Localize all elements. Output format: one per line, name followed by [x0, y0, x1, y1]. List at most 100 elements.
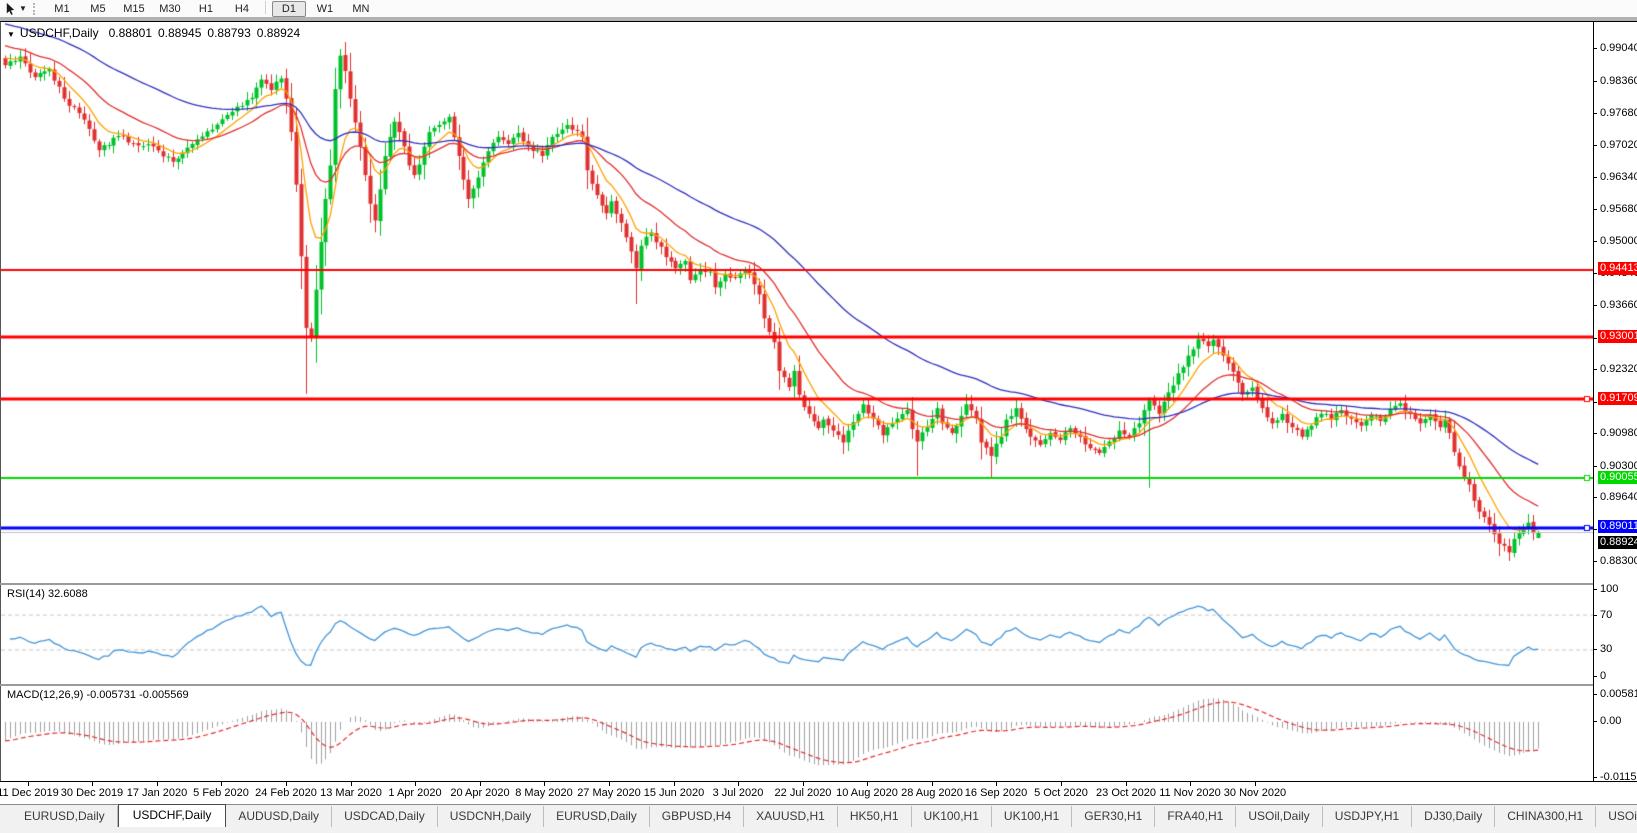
chart-title: ▼USDCHF,Daily0.888010.889450.887930.8892…	[7, 26, 306, 40]
rsi-tick-mark	[1593, 649, 1597, 650]
price-tick-mark	[1593, 433, 1597, 434]
chart-tab-usoil-h1-17[interactable]: USOil,H1	[1596, 806, 1637, 827]
status-strip	[0, 827, 1637, 833]
date-tick-mark	[28, 782, 29, 786]
timeframe-button-m1[interactable]: M1	[45, 1, 79, 17]
date-tick-mark	[221, 782, 222, 786]
pointer-tool-dropdown-icon[interactable]: ▼	[19, 4, 27, 13]
price-tick-mark	[1593, 305, 1597, 306]
current-price-label: 0.88924	[1598, 536, 1637, 549]
date-tick-label: 30 Nov 2020	[1210, 787, 1300, 799]
chart-tab-usdcad-daily-3[interactable]: USDCAD,Daily	[332, 806, 438, 827]
chart-tab-china300-h1-16[interactable]: CHINA300,H1	[1495, 806, 1596, 827]
price-tick-mark	[1593, 177, 1597, 178]
date-tick-mark	[157, 782, 158, 786]
ohlc-low: 0.88793	[207, 26, 250, 40]
level-price-label[interactable]: 0.89011	[1598, 520, 1637, 533]
chart-tabs: EURUSD,DailyUSDCHF,DailyAUDUSD,DailyUSDC…	[12, 804, 1637, 827]
chart-tab-audusd-daily-2[interactable]: AUDUSD,Daily	[226, 806, 332, 827]
chart-tab-hk50-h1-8[interactable]: HK50,H1	[838, 806, 912, 827]
price-tick-mark	[1593, 145, 1597, 146]
date-tick-mark	[738, 782, 739, 786]
chart-tab-eurusd-daily-5[interactable]: EURUSD,Daily	[544, 806, 650, 827]
timeframe-button-h4[interactable]: H4	[225, 1, 259, 17]
chart-tab-usdcnh-daily-4[interactable]: USDCNH,Daily	[438, 806, 544, 827]
candlestick-chart[interactable]	[1, 22, 1594, 583]
date-tick-mark	[351, 782, 352, 786]
price-tick-label: 0.98360	[1600, 75, 1637, 87]
price-tick-mark	[1593, 241, 1597, 242]
price-tick-label: 0.92320	[1600, 363, 1637, 375]
timeframe-button-m30[interactable]: M30	[153, 1, 187, 17]
rsi-tick-label: 100	[1600, 583, 1618, 595]
chart-symbol-label: USDCHF,Daily	[20, 26, 99, 40]
price-tick-mark	[1593, 466, 1597, 467]
price-tick-label: 0.88300	[1600, 555, 1637, 567]
macd-tick-label: 0.00	[1600, 715, 1621, 727]
chart-tab-uk100-h1-10[interactable]: UK100,H1	[992, 806, 1072, 827]
date-tick-mark	[1126, 782, 1127, 786]
chart-tab-usdchf-daily-1[interactable]: USDCHF,Daily	[118, 804, 227, 828]
price-tick-mark	[1593, 402, 1597, 403]
price-tick-mark	[1593, 209, 1597, 210]
timeframe-button-m15[interactable]: M15	[117, 1, 151, 17]
price-tick-mark	[1593, 369, 1597, 370]
price-tick-mark	[1593, 48, 1597, 49]
timeframe-button-d1[interactable]: D1	[272, 1, 306, 17]
date-tick-mark	[932, 782, 933, 786]
rsi-tick-label: 70	[1600, 609, 1612, 621]
price-tick-mark	[1593, 338, 1597, 339]
rsi-tick-label: 30	[1600, 643, 1612, 655]
level-price-label[interactable]: 0.94413	[1598, 262, 1637, 275]
price-tick-label: 0.95680	[1600, 203, 1637, 215]
price-tick-label: 0.93660	[1600, 299, 1637, 311]
pointer-tool-icon[interactable]	[3, 1, 18, 16]
price-scale[interactable]: 0.990400.983600.976800.970200.963400.956…	[1594, 22, 1637, 781]
price-tick-mark	[1593, 113, 1597, 114]
timeframe-button-m5[interactable]: M5	[81, 1, 115, 17]
chart-tab-gbpusd-h4-6[interactable]: GBPUSD,H4	[650, 806, 744, 827]
timeframe-button-mn[interactable]: MN	[344, 1, 378, 17]
mt4-terminal: ▼ M1M5M15M30H1H4 D1W1MN ▼ USDCHF,Daily 0.88…	[0, 0, 1637, 833]
date-tick-mark	[867, 782, 868, 786]
macd-tick-mark	[1593, 694, 1597, 695]
rsi-tick-mark	[1593, 615, 1597, 616]
date-tick-mark	[1255, 782, 1256, 786]
chart-tab-bar: EURUSD,DailyUSDCHF,DailyAUDUSD,DailyUSDC…	[0, 804, 1637, 827]
price-tick-mark	[1593, 497, 1597, 498]
chart-tab-ger30-h1-11[interactable]: GER30,H1	[1072, 806, 1155, 827]
level-price-label[interactable]: 0.91709	[1598, 392, 1637, 405]
price-tick-mark	[1593, 81, 1597, 82]
level-price-label[interactable]: 0.93001	[1598, 330, 1637, 343]
chart-tab-fra40-h1-12[interactable]: FRA40,H1	[1155, 806, 1236, 827]
price-tick-label: 0.96340	[1600, 171, 1637, 183]
date-tick-mark	[1061, 782, 1062, 786]
chart-tab-xauusd-h1-7[interactable]: XAUUSD,H1	[744, 806, 838, 827]
macd-chart[interactable]	[1, 686, 1594, 781]
chart-tab-usoil-daily-13[interactable]: USOil,Daily	[1236, 806, 1322, 827]
macd-tick-label: 0.005818	[1600, 688, 1637, 700]
date-tick-mark	[286, 782, 287, 786]
chart-dropdown-icon[interactable]: ▼	[7, 30, 15, 39]
chart-tab-dj30-daily-15[interactable]: DJ30,Daily	[1412, 806, 1495, 827]
timeframe-button-w1[interactable]: W1	[308, 1, 342, 17]
ohlc-high: 0.88945	[158, 26, 201, 40]
price-tick-mark	[1593, 529, 1597, 530]
price-tick-label: 0.89640	[1600, 491, 1637, 503]
ohlc-close: 0.88924	[257, 26, 300, 40]
rsi-title: RSI(14) 32.6088	[7, 588, 88, 600]
date-axis[interactable]: 11 Dec 201930 Dec 201917 Jan 20205 Feb 2…	[0, 782, 1593, 804]
date-tick-mark	[609, 782, 610, 786]
macd-panel: MACD(12,26,9) -0.005731 -0.005569	[0, 686, 1594, 781]
price-tick-mark	[1593, 561, 1597, 562]
chart-tab-usdjpy-h1-14[interactable]: USDJPY,H1	[1323, 806, 1412, 827]
price-tick-label: 0.95000	[1600, 235, 1637, 247]
date-tick-mark	[544, 782, 545, 786]
chart-tab-eurusd-daily-0[interactable]: EURUSD,Daily	[12, 806, 118, 827]
chart-tab-uk100-h1-9[interactable]: UK100,H1	[912, 806, 992, 827]
date-tick-mark	[803, 782, 804, 786]
timeframe-button-h1[interactable]: H1	[189, 1, 223, 17]
rsi-chart[interactable]	[1, 585, 1594, 684]
rsi-panel: RSI(14) 32.6088	[0, 585, 1594, 684]
level-price-label[interactable]: 0.90055	[1598, 471, 1637, 484]
